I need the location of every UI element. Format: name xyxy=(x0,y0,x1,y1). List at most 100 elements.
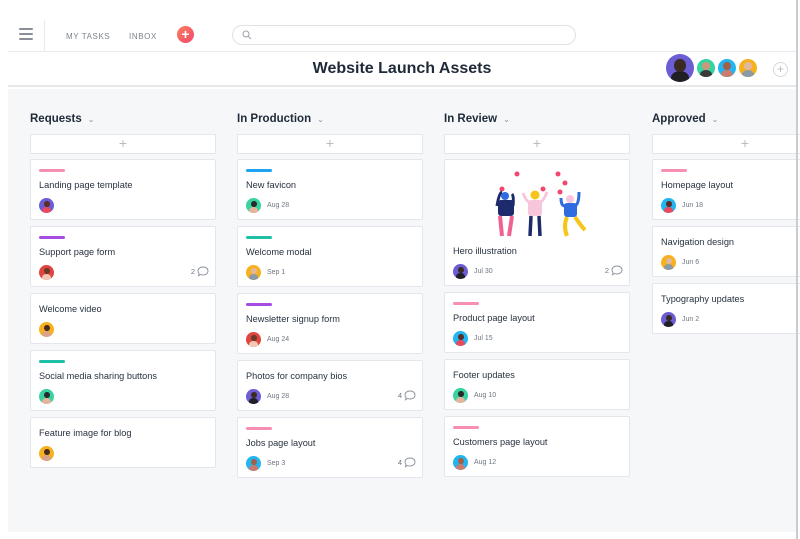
assignee-avatar[interactable] xyxy=(39,265,54,280)
app-window: MY TASKS INBOX + Website Launch Assets +… xyxy=(8,0,800,532)
card-title: Hero illustration xyxy=(453,246,517,256)
avatar-head xyxy=(457,390,464,398)
avatar-head xyxy=(665,257,672,265)
member-avatar[interactable] xyxy=(718,59,736,77)
card-title: Welcome modal xyxy=(246,247,312,257)
quick-add-button[interactable]: + xyxy=(177,26,194,43)
task-card[interactable]: Welcome modal Sep 1 xyxy=(237,226,423,287)
card-meta xyxy=(39,322,209,338)
member-avatar[interactable] xyxy=(697,59,715,77)
assignee-avatar[interactable] xyxy=(39,389,54,404)
assignee-avatar[interactable] xyxy=(661,255,676,270)
task-card[interactable]: Hero illustration Jul 30 2 xyxy=(444,159,630,286)
add-card-button[interactable]: + xyxy=(30,134,216,154)
task-card[interactable]: Social media sharing buttons xyxy=(30,350,216,411)
divider xyxy=(44,20,45,52)
assignee-avatar[interactable] xyxy=(39,322,54,337)
due-date: Aug 28 xyxy=(267,393,290,400)
card-meta: Jun 18 xyxy=(661,198,800,214)
chevron-down-icon[interactable]: ⌄ xyxy=(317,115,324,124)
assignee-avatar[interactable] xyxy=(453,455,468,470)
column-header[interactable]: In Production ⌄ xyxy=(237,113,324,125)
chevron-down-icon[interactable]: ⌄ xyxy=(88,115,95,124)
comment-count[interactable]: 2 xyxy=(191,266,209,277)
tag-color-bar xyxy=(661,169,687,172)
task-card[interactable]: Navigation design Jun 6 xyxy=(652,226,800,277)
assignee-avatar[interactable] xyxy=(246,389,261,404)
tag-color-bar xyxy=(246,169,272,172)
add-card-button[interactable]: + xyxy=(444,134,630,154)
assignee-avatar[interactable] xyxy=(246,265,261,280)
card-meta xyxy=(39,389,209,405)
card-meta: Aug 28 4 xyxy=(246,389,416,405)
due-date: Sep 1 xyxy=(267,269,286,276)
comment-count[interactable]: 4 xyxy=(398,457,416,468)
comment-icon xyxy=(404,390,416,401)
column-header[interactable]: Approved ⌄ xyxy=(652,113,718,125)
card-meta: Aug 24 xyxy=(246,332,416,348)
card-title: Jobs page layout xyxy=(246,438,316,448)
task-card[interactable]: Homepage layout Jun 18 xyxy=(652,159,800,220)
avatar-head xyxy=(723,62,731,71)
task-card[interactable]: Jobs page layout Sep 3 4 xyxy=(237,417,423,478)
task-card[interactable]: New favicon Aug 28 xyxy=(237,159,423,220)
card-title: Support page form xyxy=(39,247,116,257)
column-title: In Production xyxy=(237,113,312,125)
add-card-button[interactable]: + xyxy=(237,134,423,154)
task-card[interactable]: Support page form 2 xyxy=(30,226,216,287)
chevron-down-icon[interactable]: ⌄ xyxy=(712,115,719,124)
avatar-head xyxy=(457,457,464,465)
chevron-down-icon[interactable]: ⌄ xyxy=(503,115,510,124)
add-card-button[interactable]: + xyxy=(652,134,800,154)
task-card[interactable]: Welcome video xyxy=(30,293,216,344)
avatar-body xyxy=(248,465,259,471)
assignee-avatar[interactable] xyxy=(453,331,468,346)
assignee-avatar[interactable] xyxy=(661,312,676,327)
nav-inbox[interactable]: INBOX xyxy=(129,32,157,41)
avatar-head xyxy=(665,314,672,322)
assignee-avatar[interactable] xyxy=(246,332,261,347)
avatar-body xyxy=(455,397,466,403)
assignee-avatar[interactable] xyxy=(246,456,261,471)
task-card[interactable]: Newsletter signup form Aug 24 xyxy=(237,293,423,354)
task-card[interactable]: Footer updates Aug 10 xyxy=(444,359,630,410)
column-header[interactable]: In Review ⌄ xyxy=(444,113,510,125)
card-meta: Sep 1 xyxy=(246,265,416,281)
nav-my-tasks[interactable]: MY TASKS xyxy=(66,32,110,41)
column-title: In Review xyxy=(444,113,498,125)
assignee-avatar[interactable] xyxy=(39,198,54,213)
avatar-head xyxy=(250,267,257,275)
member-avatar[interactable] xyxy=(739,59,757,77)
due-date: Aug 24 xyxy=(267,336,290,343)
task-card[interactable]: Feature image for blog xyxy=(30,417,216,468)
avatar-head xyxy=(43,267,50,275)
avatar-head xyxy=(744,62,752,71)
avatar-head xyxy=(43,391,50,399)
task-card[interactable]: Landing page template xyxy=(30,159,216,220)
avatar-body xyxy=(248,274,259,280)
add-member-button[interactable]: + xyxy=(773,62,788,77)
assignee-avatar[interactable] xyxy=(39,446,54,461)
due-date: Aug 10 xyxy=(474,392,497,399)
assignee-avatar[interactable] xyxy=(661,198,676,213)
card-meta: Jun 6 xyxy=(661,255,800,271)
tag-color-bar xyxy=(453,426,479,429)
assignee-avatar[interactable] xyxy=(453,264,468,279)
assignee-avatar[interactable] xyxy=(453,388,468,403)
avatar-head xyxy=(674,59,686,72)
task-card[interactable]: Customers page layout Aug 12 xyxy=(444,416,630,477)
avatar-body xyxy=(721,70,733,77)
task-card[interactable]: Photos for company bios Aug 28 4 xyxy=(237,360,423,411)
project-header: Website Launch Assets + xyxy=(8,52,796,87)
comment-count[interactable]: 4 xyxy=(398,390,416,401)
column-header[interactable]: Requests ⌄ xyxy=(30,113,94,125)
tag-color-bar xyxy=(39,169,65,172)
comment-count[interactable]: 2 xyxy=(605,265,623,276)
task-card[interactable]: Typography updates Jun 2 xyxy=(652,283,800,334)
assignee-avatar[interactable] xyxy=(246,198,261,213)
search-input[interactable] xyxy=(232,25,576,45)
member-avatar[interactable] xyxy=(666,54,694,82)
task-card[interactable]: Product page layout Jul 15 xyxy=(444,292,630,353)
menu-icon[interactable] xyxy=(19,28,33,40)
avatar-body xyxy=(663,264,674,270)
